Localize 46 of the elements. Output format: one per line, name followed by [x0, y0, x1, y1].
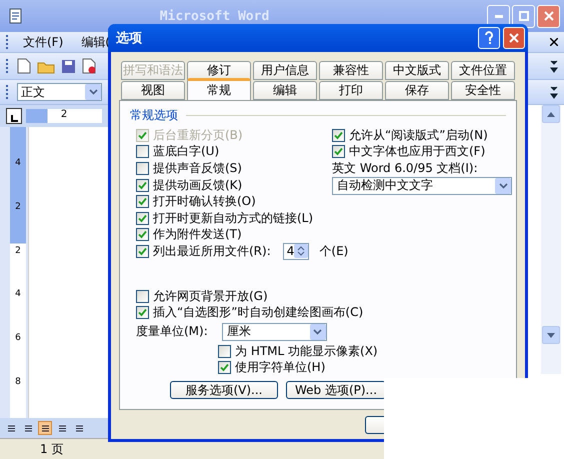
- field-label: 度量单位(M):: [136, 323, 208, 340]
- window-title: Microsoft Word: [158, 8, 270, 24]
- checkbox-label: 作为附件发送(T): [153, 226, 242, 244]
- ruler-number: 4: [15, 158, 21, 168]
- tab[interactable]: 常规: [187, 78, 251, 100]
- ruler-number: 2: [60, 109, 68, 122]
- checkbox-label: 允许从“阅读版式”启动(N): [349, 126, 488, 144]
- checkbox-label: 为 HTML 功能显示像素(X): [235, 342, 378, 360]
- tab[interactable]: 安全性: [451, 81, 515, 100]
- tab[interactable]: 兼容性: [319, 61, 383, 80]
- field-label: 英文 Word 6.0/95 文档(I):: [332, 160, 478, 177]
- checkbox-label: 打开时确认转换(O): [153, 193, 256, 210]
- checkbox-label: 插入“自选图形”时自动创建绘图画布(C): [153, 304, 364, 322]
- number-spinner[interactable]: 4: [282, 242, 310, 260]
- checkbox-label: 蓝底白字(U): [153, 143, 220, 160]
- tab[interactable]: 文件位置: [451, 61, 515, 80]
- checkbox-label: 列出最近所用文件(R):: [153, 242, 271, 260]
- style-dropdown[interactable]: 正文: [17, 83, 102, 101]
- checkbox-label: 提供动画反馈(K): [153, 176, 242, 194]
- ruler-number: 8: [15, 377, 21, 388]
- status-text: 1 页: [39, 440, 64, 458]
- checkbox-label: 中文字体也应用于西文(F): [349, 143, 486, 160]
- checkbox-label: 打开时更新自动方式的链接(L): [153, 210, 314, 227]
- tab[interactable]: 编辑: [253, 81, 317, 100]
- ruler-number: 2: [15, 202, 21, 212]
- tab[interactable]: 用户信息: [253, 61, 317, 80]
- dialog-button[interactable]: 服务选项(V)...: [170, 381, 278, 399]
- ruler-number: 4: [15, 289, 21, 300]
- tab[interactable]: 视图: [121, 81, 185, 100]
- unit-dropdown[interactable]: 厘米: [222, 322, 327, 341]
- dialog-button[interactable]: Web 选项(P)...: [286, 381, 386, 399]
- group-title: 常规选项: [130, 107, 178, 124]
- checkbox-label: 使用字符单位(H): [235, 359, 326, 376]
- checkbox-label: 提供声音反馈(S): [153, 160, 242, 177]
- tab[interactable]: 修订: [187, 61, 251, 80]
- tab[interactable]: 中文版式: [385, 61, 449, 80]
- menu-item[interactable]: 文件(F): [17, 32, 70, 52]
- unit-label: 个(E): [319, 242, 348, 260]
- ruler-number: 6: [15, 333, 21, 344]
- encoding-dropdown[interactable]: 自动检测中文文字: [332, 176, 512, 195]
- tab[interactable]: 保存: [385, 81, 449, 100]
- tab[interactable]: 打印: [319, 81, 383, 100]
- checkbox-label: 允许网页背景开放(G): [153, 288, 268, 305]
- checkbox-label: 后台重新分页(B): [153, 126, 243, 144]
- ruler-number: 2: [15, 246, 21, 256]
- dialog-title: 选项: [116, 30, 143, 47]
